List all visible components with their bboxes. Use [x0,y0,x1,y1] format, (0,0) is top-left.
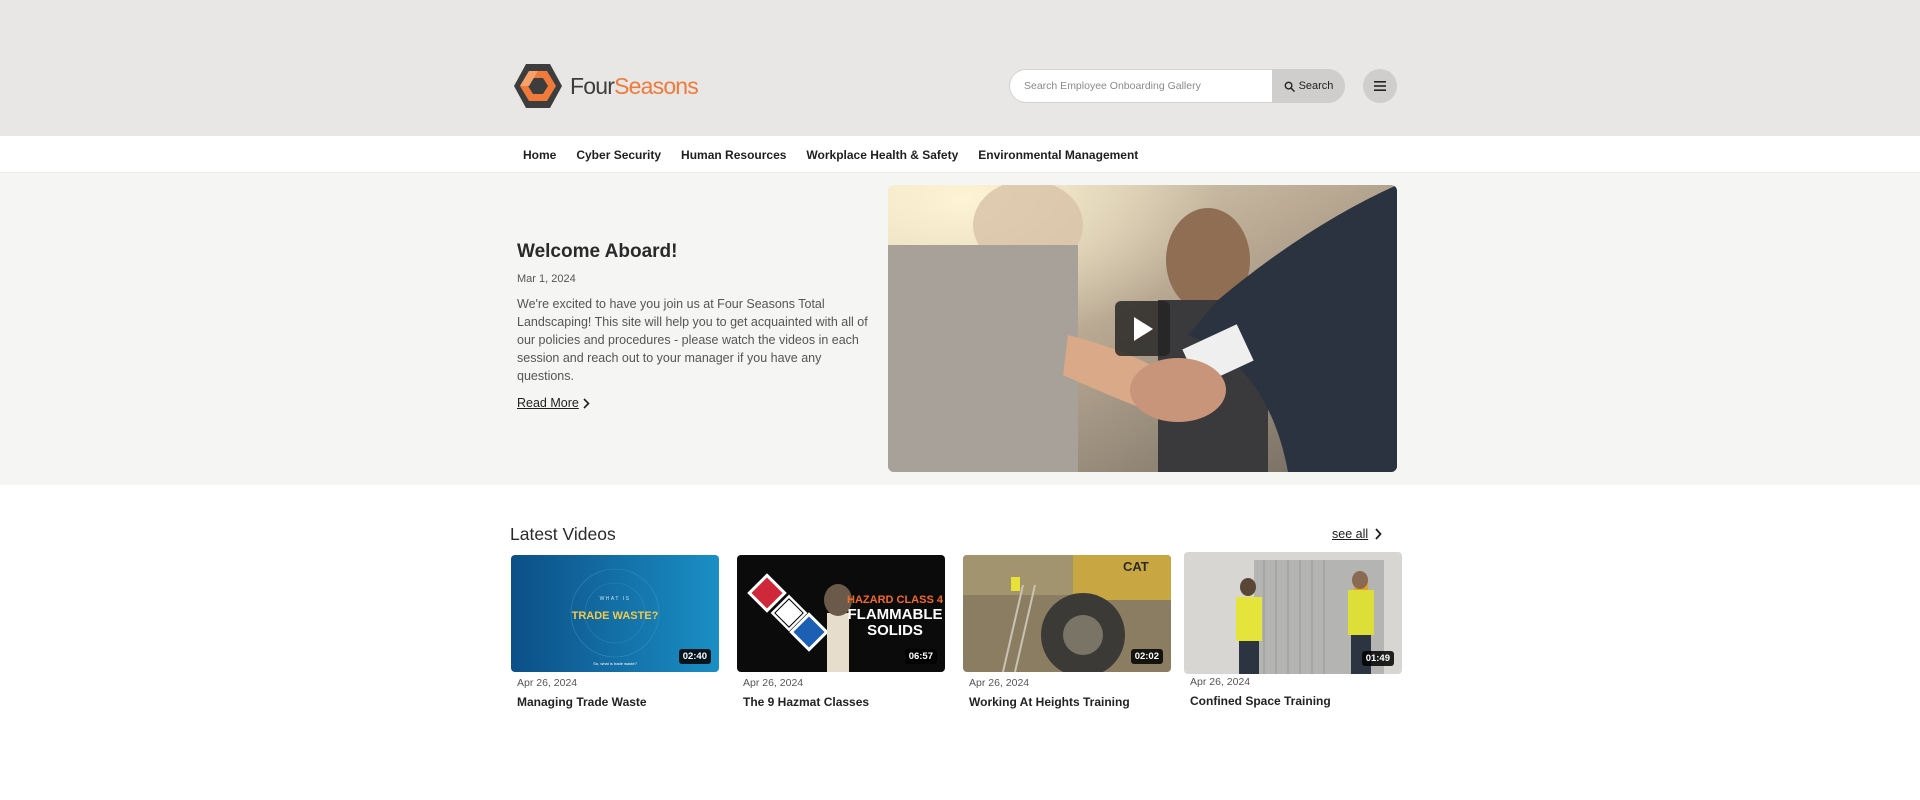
nav-item-workplace-health-safety[interactable]: Workplace Health & Safety [796,148,968,162]
nav-item-home[interactable]: Home [513,148,566,162]
video-title[interactable]: The 9 Hazmat Classes [743,695,945,709]
thumb-text-hazard-class: HAZARD CLASS 4 [847,594,944,606]
site-header: FourSeasons Search [0,0,1920,136]
hero-date: Mar 1, 2024 [517,273,576,285]
latest-videos-heading: Latest Videos [510,524,616,544]
main-nav: Home Cyber Security Human Resources Work… [0,136,1920,173]
menu-button[interactable] [1363,69,1397,103]
video-date: Apr 26, 2024 [969,677,1030,689]
video-thumbnail[interactable]: WHAT IS TRADE WASTE? So, what is trade w… [511,555,719,672]
search-icon [1284,81,1295,92]
nav-item-cyber-security[interactable]: Cyber Security [566,148,671,162]
see-all-link[interactable]: see all [1332,527,1382,541]
video-thumbnail[interactable]: HAZARD CLASS 4 FLAMMABLE SOLIDS 06:57 [737,555,945,672]
video-date: Apr 26, 2024 [517,677,578,689]
video-card[interactable]: CAT 02:02 Apr 26, 2024 Working At Height… [963,555,1171,709]
hero-title: Welcome Aboard! [517,241,678,262]
play-button[interactable] [1115,301,1170,356]
chevron-right-icon [1375,528,1382,540]
video-date: Apr 26, 2024 [743,677,804,689]
search-button-label: Search [1298,80,1334,92]
logo-hexagon-icon [514,64,562,108]
video-duration: 02:40 [678,649,711,664]
thumb-text-cat: CAT [1123,559,1149,574]
video-duration: 02:02 [1130,649,1163,664]
video-duration: 01:49 [1361,651,1394,666]
hero-text: Welcome Aboard! Mar 1, 2024 We're excite… [517,241,873,412]
thumb-text-trade-waste: TRADE WASTE? [572,610,659,622]
video-card[interactable]: 01:49 Apr 26, 2024 Confined Space Traini… [1184,552,1402,708]
logo[interactable]: FourSeasons [512,62,699,110]
search-input[interactable] [1009,69,1272,103]
nav-items: Home Cyber Security Human Resources Work… [513,136,1148,173]
nav-item-human-resources[interactable]: Human Resources [671,148,796,162]
play-icon [1133,316,1153,341]
hero-section: Welcome Aboard! Mar 1, 2024 We're excite… [0,173,1920,485]
video-date: Apr 26, 2024 [1190,676,1251,688]
hamburger-icon [1374,81,1386,91]
video-card[interactable]: HAZARD CLASS 4 FLAMMABLE SOLIDS 06:57 Ap… [737,555,945,709]
hero-video[interactable] [888,185,1397,472]
read-more-link[interactable]: Read More [517,396,590,410]
read-more-label: Read More [517,396,579,410]
video-title[interactable]: Confined Space Training [1190,694,1402,708]
chevron-right-icon [583,397,590,409]
video-thumbnail[interactable]: CAT 02:02 [963,555,1171,672]
video-thumbnail[interactable]: 01:49 [1184,552,1402,674]
search-bar: Search [1009,69,1345,103]
search-button[interactable]: Search [1272,69,1345,103]
brand-name: FourSeasons [570,72,699,99]
thumb-text-solids: SOLIDS [867,622,923,639]
thumb-text-caption: So, what is trade waste? [593,661,637,666]
nav-item-environmental-management[interactable]: Environmental Management [968,148,1148,162]
brand-name-part2: Seasons [614,72,699,99]
video-title[interactable]: Managing Trade Waste [517,695,719,709]
brand-name-part1: Four [570,72,615,99]
video-card[interactable]: WHAT IS TRADE WASTE? So, what is trade w… [511,555,719,709]
see-all-label: see all [1332,527,1369,541]
thumb-text-what-is: WHAT IS [600,596,631,602]
thumb-text-flammable: FLAMMABLE [848,606,943,623]
hero-description: We're excited to have you join us at Fou… [517,297,868,383]
video-title[interactable]: Working At Heights Training [969,695,1171,709]
video-duration: 06:57 [904,649,937,664]
